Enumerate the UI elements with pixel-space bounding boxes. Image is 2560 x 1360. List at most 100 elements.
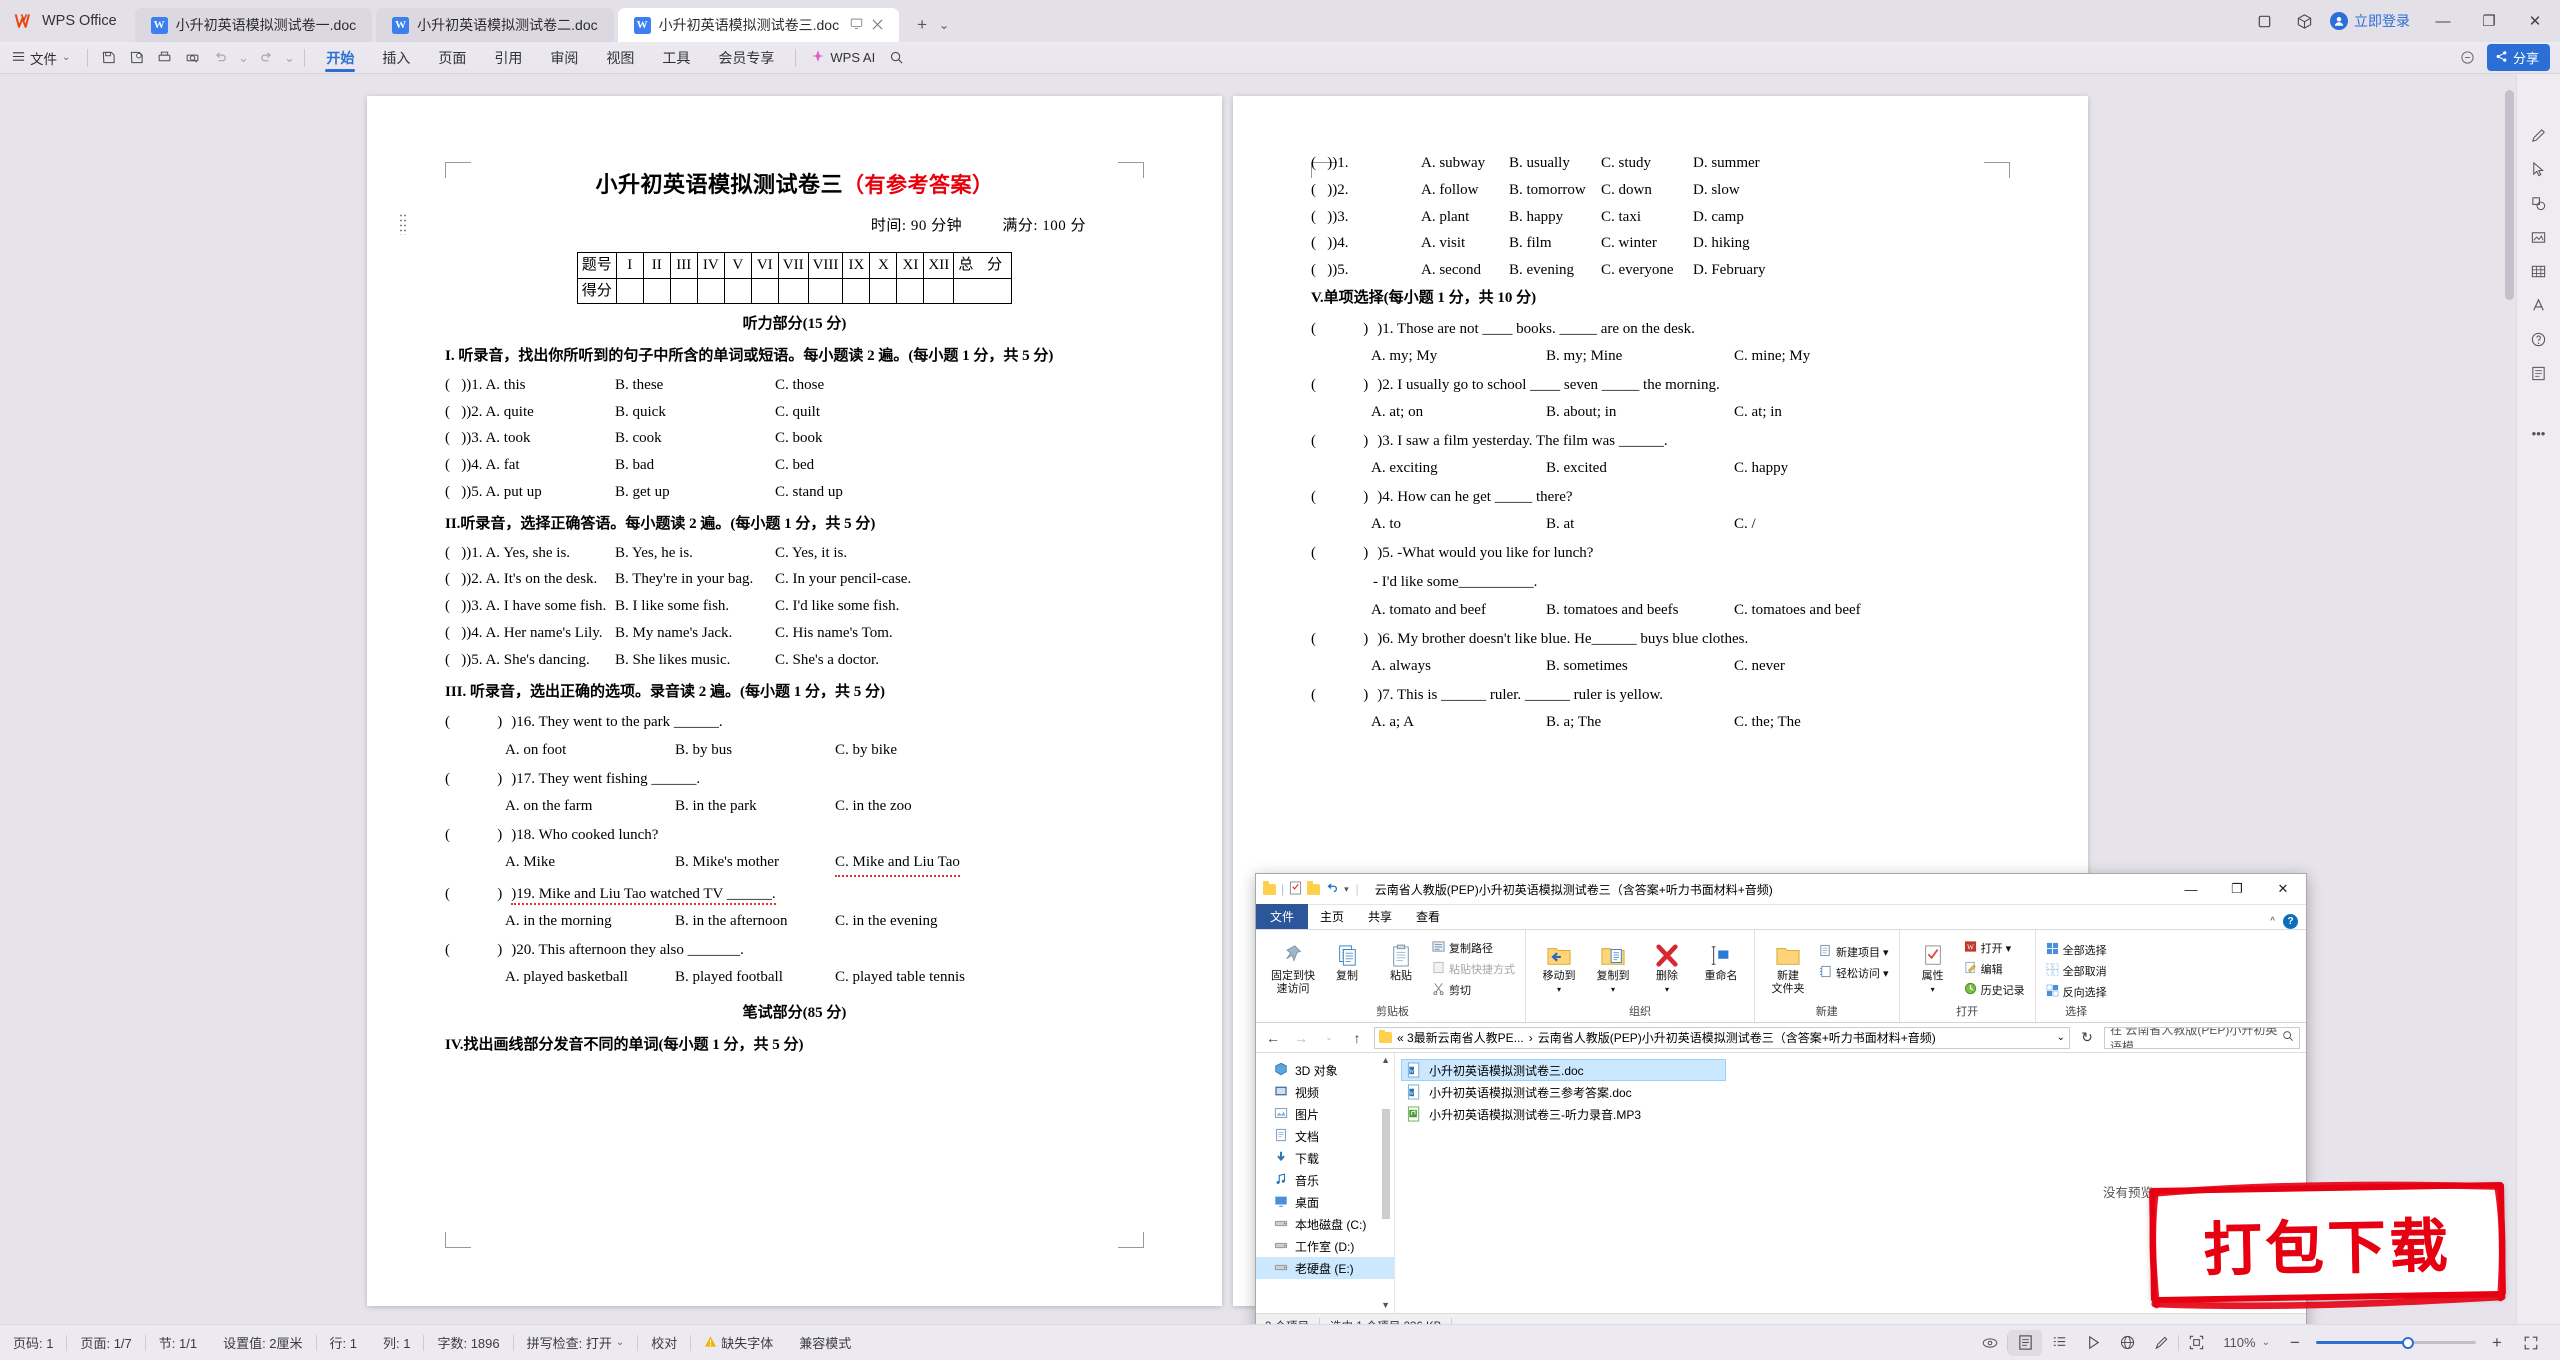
more-tools-icon[interactable]: •••	[2524, 418, 2554, 448]
new-tab-button[interactable]: +	[917, 15, 927, 35]
breadcrumb-2[interactable]: 云南省人教版(PEP)小升初英语模拟测试卷三（含答案+听力书面材料+音频)	[1538, 1029, 1936, 1046]
forward-button[interactable]: →	[1290, 1030, 1312, 1046]
redo-icon[interactable]	[253, 45, 279, 71]
easy-access-button[interactable]: 轻松访问 ▾	[1816, 964, 1892, 982]
tab-tools[interactable]: 工具	[648, 42, 704, 74]
folder-icon[interactable]	[1263, 881, 1276, 895]
doc-tab-2[interactable]: W 小升初英语模拟测试卷二.doc	[376, 8, 614, 42]
file-item-3[interactable]: 小升初英语模拟测试卷三-听力录音.MP3	[1401, 1103, 1726, 1125]
explorer-navigation-pane[interactable]: 3D 对象 视频 图片 文档 下载 音乐 桌面 本地磁盘 (C:) 工作室 (D…	[1256, 1053, 1394, 1313]
collapse-ribbon-icon[interactable]	[2455, 45, 2481, 71]
tab-reference[interactable]: 引用	[480, 42, 536, 74]
login-button[interactable]: 立即登录	[2324, 0, 2420, 42]
pin-to-quick-access-button[interactable]: 固定到快 速访问	[1267, 935, 1319, 996]
window-layout-icon[interactable]	[2244, 0, 2284, 42]
wps-office-brand[interactable]: WPS Office	[0, 0, 135, 42]
cursor-icon[interactable]	[2524, 154, 2554, 184]
wps-ai-button[interactable]: WPS AI	[803, 49, 883, 66]
history-button[interactable]: 历史记录	[1961, 981, 2028, 999]
fit-page-icon[interactable]	[2179, 1330, 2213, 1356]
search-icon[interactable]	[2282, 1030, 2294, 1045]
save-as-icon[interactable]	[123, 45, 149, 71]
document-page-1[interactable]: 小升初英语模拟测试卷三（有参考答案） 时间: 90 分钟 满分: 100 分 题…	[367, 96, 1222, 1306]
address-bar[interactable]: « 3最新云南省人教PE... › 云南省人教版(PEP)小升初英语模拟测试卷三…	[1374, 1026, 2070, 1049]
tab-review[interactable]: 审阅	[536, 42, 592, 74]
address-dropdown-caret-icon[interactable]: ⌄	[2057, 1032, 2065, 1043]
new-folder-icon[interactable]	[1307, 881, 1321, 895]
download-stamp-badge[interactable]: 打包下载	[2149, 1181, 2506, 1310]
edit-button[interactable]: 编辑	[1961, 960, 2028, 978]
undo-caret-icon[interactable]: ⌄	[235, 45, 251, 71]
monitor-icon[interactable]	[850, 17, 863, 33]
scrollbar-thumb[interactable]	[1382, 1109, 1390, 1219]
table-icon[interactable]	[2524, 256, 2554, 286]
explorer-tab-share[interactable]: 共享	[1356, 905, 1404, 929]
maximize-button[interactable]: ❐	[2466, 0, 2512, 42]
properties-button[interactable]: 属性 ▾	[1907, 935, 1959, 996]
zoom-in-button[interactable]: +	[2480, 1330, 2514, 1356]
doc-tab-3[interactable]: W 小升初英语模拟测试卷三.doc	[617, 8, 900, 42]
collapse-ribbon-caret-icon[interactable]: ^	[2270, 916, 2275, 927]
fullscreen-icon[interactable]	[2514, 1330, 2548, 1356]
scrollbar-thumb[interactable]	[2505, 90, 2514, 300]
minimize-button[interactable]: —	[2420, 0, 2466, 42]
scroll-down-arrow-icon[interactable]: ▼	[1381, 1300, 1390, 1310]
nav-item-videos[interactable]: 视频	[1256, 1081, 1394, 1103]
status-margin-setting[interactable]: 设置值: 2厘米	[210, 1333, 315, 1352]
nav-item-3d-objects[interactable]: 3D 对象	[1256, 1059, 1394, 1081]
back-button[interactable]: ←	[1262, 1030, 1284, 1046]
zoom-slider[interactable]	[2316, 1336, 2476, 1349]
vertical-scrollbar[interactable]	[2505, 82, 2514, 1316]
properties-icon[interactable]	[1289, 881, 1302, 898]
status-page-number[interactable]: 页码: 1	[0, 1333, 66, 1352]
status-spell-check[interactable]: 拼写检查: 打开 ⌄	[514, 1333, 638, 1352]
redo-caret-icon[interactable]: ⌄	[281, 45, 297, 71]
cube-icon[interactable]	[2284, 0, 2324, 42]
tab-member-exclusive[interactable]: 会员专享	[704, 42, 788, 74]
new-folder-button[interactable]: 新建 文件夹	[1762, 935, 1814, 996]
status-page-count[interactable]: 页面: 1/7	[67, 1333, 144, 1352]
tab-page[interactable]: 页面	[424, 42, 480, 74]
print-icon[interactable]	[151, 45, 177, 71]
recent-locations-caret-icon[interactable]: ⌄	[1318, 1032, 1340, 1043]
tab-view[interactable]: 视图	[592, 42, 648, 74]
file-menu-button[interactable]: 文件 ⌄	[0, 42, 80, 74]
tab-start[interactable]: 开始	[312, 42, 368, 74]
zoom-caret-icon[interactable]: ⌄	[2262, 1337, 2278, 1348]
delete-button[interactable]: 删除 ▾	[1641, 935, 1693, 996]
zoom-level-label[interactable]: 110%	[2213, 1335, 2261, 1350]
close-window-button[interactable]: ✕	[2512, 0, 2558, 42]
help-icon[interactable]: ?	[2283, 914, 2298, 929]
deselect-all-button[interactable]: 全部取消	[2043, 962, 2110, 980]
explorer-tab-home[interactable]: 主页	[1308, 905, 1356, 929]
copy-path-button[interactable]: 复制路径	[1429, 939, 1518, 957]
status-column[interactable]: 列: 1	[370, 1333, 423, 1352]
file-item-1[interactable]: W 小升初英语模拟测试卷三.doc	[1401, 1059, 1726, 1081]
nav-pane-scrollbar[interactable]: ▲ ▼	[1380, 1053, 1392, 1313]
copy-button[interactable]: 复制	[1321, 935, 1373, 983]
explorer-minimize-button[interactable]: —	[2168, 874, 2214, 905]
status-proofread[interactable]: 校对	[638, 1333, 690, 1352]
invert-selection-button[interactable]: 反向选择	[2043, 983, 2110, 1001]
new-item-button[interactable]: 新建项目 ▾	[1816, 943, 1892, 961]
status-word-count[interactable]: 字数: 1896	[424, 1333, 512, 1352]
web-view-icon[interactable]	[2110, 1330, 2144, 1356]
explorer-close-button[interactable]: ✕	[2260, 874, 2306, 905]
status-compat-mode[interactable]: 兼容模式	[786, 1333, 864, 1352]
document-map-icon[interactable]	[2524, 358, 2554, 388]
reading-view-icon[interactable]	[2076, 1330, 2110, 1356]
format-painter-icon[interactable]	[2144, 1330, 2178, 1356]
paste-button[interactable]: 粘贴	[1375, 935, 1427, 983]
status-section[interactable]: 节: 1/1	[146, 1333, 210, 1352]
tab-list-caret-icon[interactable]: ⌄	[939, 18, 949, 32]
explorer-tab-view[interactable]: 查看	[1404, 905, 1452, 929]
share-button[interactable]: 分享	[2486, 44, 2550, 71]
open-button[interactable]: W 打开 ▾	[1961, 939, 2028, 957]
qat-caret-icon[interactable]: ▾	[1344, 884, 1349, 895]
file-item-2[interactable]: W 小升初英语模拟测试卷三参考答案.doc	[1401, 1081, 1726, 1103]
zoom-slider-handle[interactable]	[2402, 1336, 2414, 1349]
refresh-button[interactable]: ↻	[2076, 1029, 2098, 1046]
explorer-tab-file[interactable]: 文件	[1256, 904, 1309, 929]
breadcrumb-1[interactable]: « 3最新云南省人教PE...	[1397, 1029, 1524, 1046]
status-row[interactable]: 行: 1	[317, 1333, 370, 1352]
